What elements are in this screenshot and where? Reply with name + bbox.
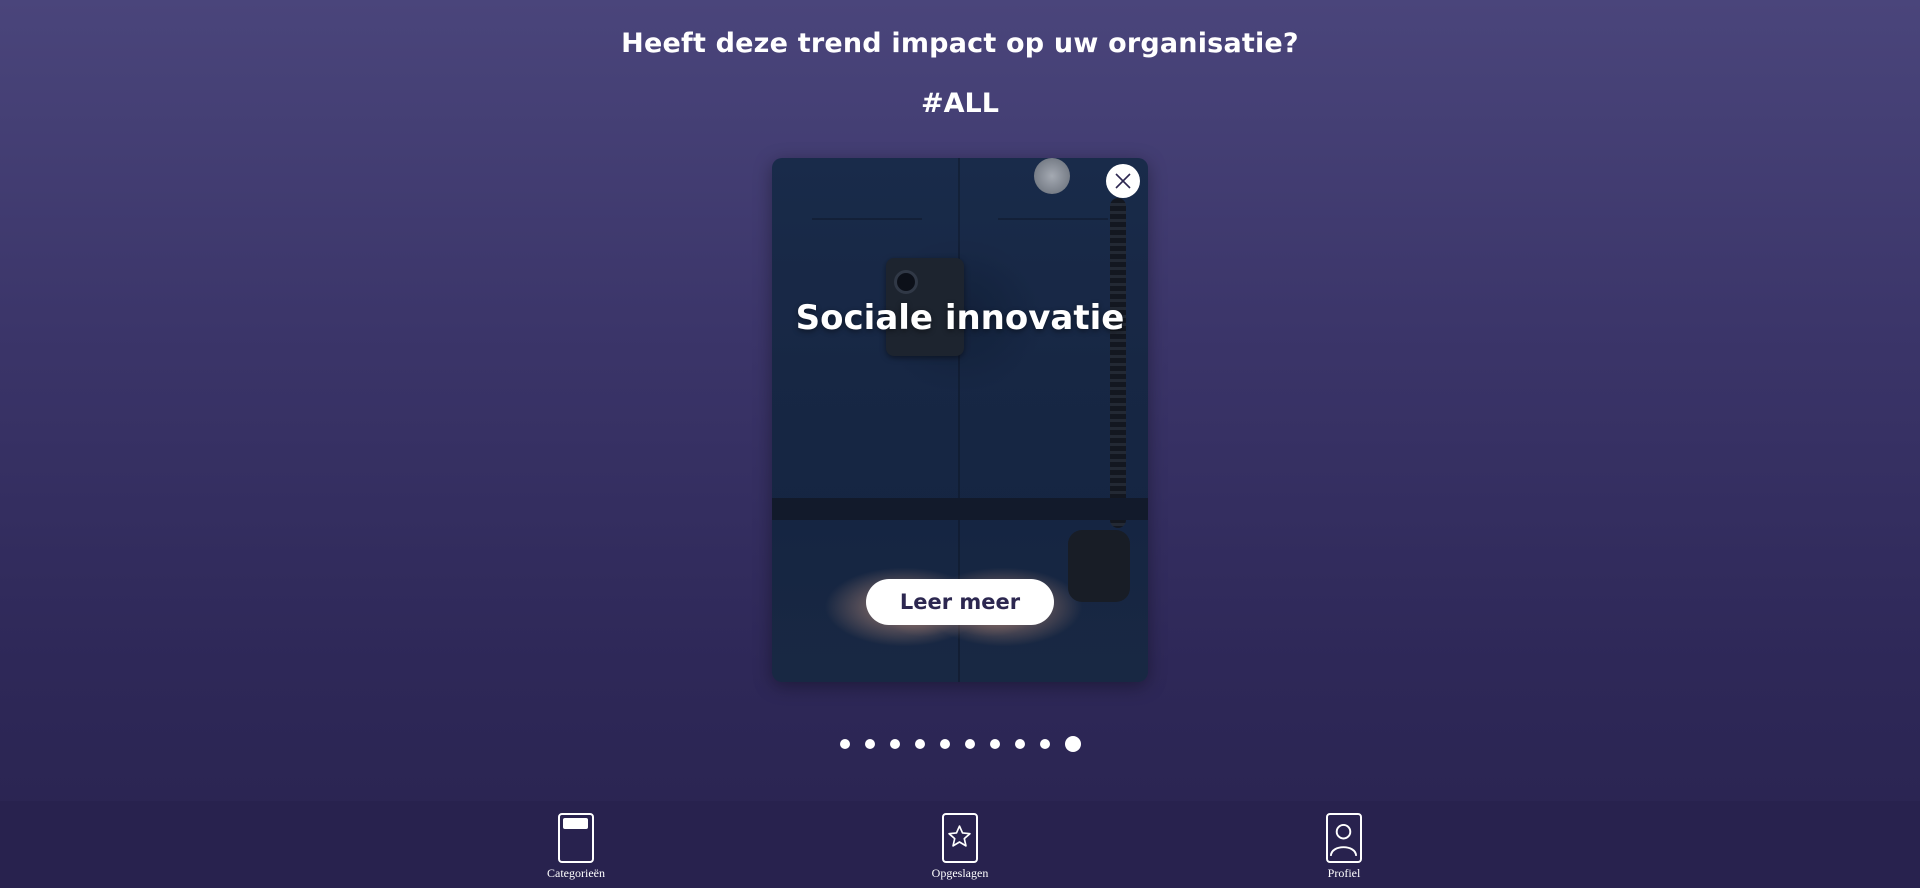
- carousel-dot-active[interactable]: [1064, 736, 1081, 752]
- nav-item-saved[interactable]: Opgeslagen: [900, 813, 1020, 881]
- carousel-dot[interactable]: [839, 739, 850, 749]
- carousel-dot[interactable]: [1014, 739, 1025, 749]
- nav-label-profile: Profiel: [1327, 866, 1361, 880]
- page-question: Heeft deze trend impact op uw organisati…: [621, 28, 1299, 59]
- close-icon: [1115, 173, 1131, 189]
- nav-label-saved: Opgeslagen: [931, 866, 989, 880]
- carousel-dot[interactable]: [989, 739, 1000, 749]
- carousel-dot[interactable]: [914, 739, 925, 749]
- nav-item-profile[interactable]: Profiel: [1284, 813, 1404, 881]
- nav-label-categories: Categorieën: [547, 866, 605, 880]
- categories-icon: [558, 813, 594, 863]
- star-icon: [942, 813, 978, 863]
- close-button[interactable]: [1106, 164, 1140, 198]
- carousel-dot[interactable]: [964, 739, 975, 749]
- card-title: Sociale innovatie: [795, 298, 1125, 338]
- category-tag: #ALL: [921, 88, 999, 119]
- profile-icon: [1326, 813, 1362, 863]
- carousel-pagination: [0, 736, 1920, 752]
- bottom-navigation: Categorieën Opgeslagen Profiel: [0, 801, 1920, 888]
- carousel-dot[interactable]: [939, 739, 950, 749]
- trend-card[interactable]: Sociale innovatie Leer meer: [772, 158, 1148, 682]
- carousel-dot[interactable]: [864, 739, 875, 749]
- learn-more-button[interactable]: Leer meer: [866, 579, 1054, 625]
- nav-item-categories[interactable]: Categorieën: [516, 813, 636, 881]
- carousel-dot[interactable]: [1039, 739, 1050, 749]
- carousel-dot[interactable]: [889, 739, 900, 749]
